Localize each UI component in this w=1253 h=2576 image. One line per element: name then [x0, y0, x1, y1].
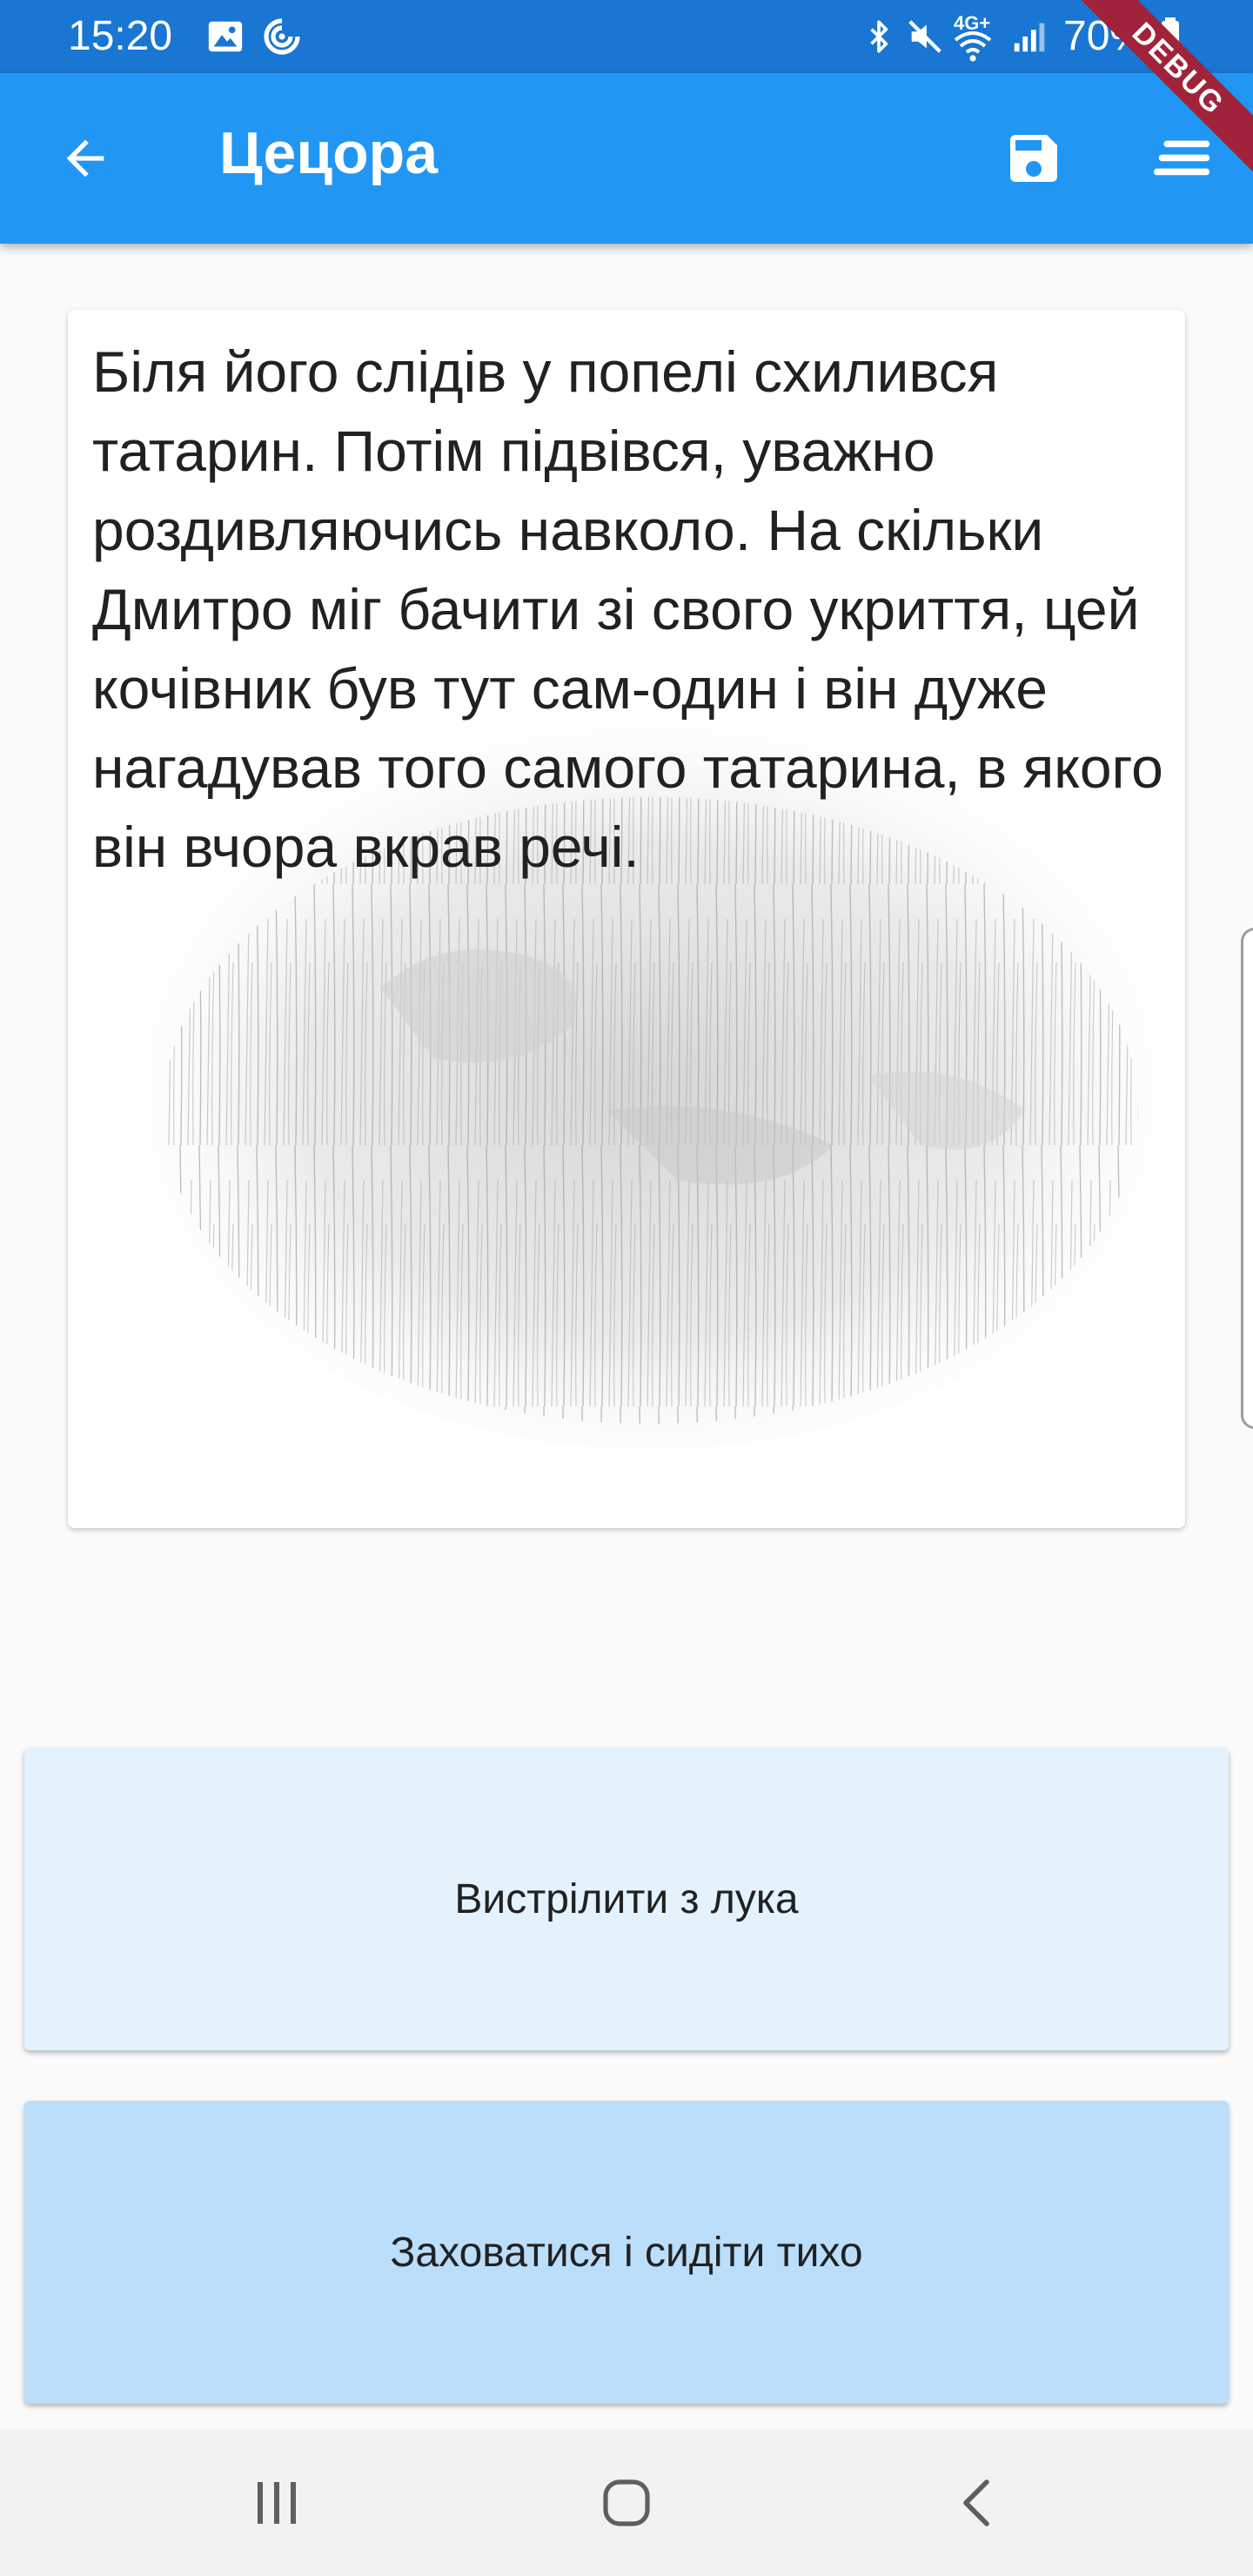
status-time: 15:20 — [68, 13, 173, 59]
choice-label: Заховатися і сидіти тихо — [390, 2229, 863, 2276]
scroll-handle[interactable] — [1241, 928, 1253, 1429]
recent-apps-icon — [258, 2482, 296, 2524]
battery-percent: 70% — [1063, 13, 1148, 59]
recent-apps-button[interactable] — [216, 2451, 338, 2555]
signal-icon — [1014, 23, 1045, 52]
bluetooth-icon — [870, 20, 888, 53]
back-icon — [963, 2479, 989, 2526]
system-nav-bar — [0, 2430, 1253, 2576]
app-bar: Цецора — [0, 73, 1253, 244]
status-bar: 15:20 4G+ 70% — [0, 0, 1253, 73]
home-button[interactable] — [566, 2451, 687, 2555]
choice-shoot-bow-button[interactable]: Вистрілити з лука — [24, 1748, 1229, 2050]
battery-icon — [1162, 17, 1179, 56]
image-icon — [208, 21, 243, 52]
save-button[interactable] — [982, 106, 1086, 211]
mute-icon — [908, 20, 941, 53]
app-screen: 15:20 4G+ 70% Цецора DEBUG Біля його слі… — [0, 0, 1253, 2576]
story-text: Біля його слідів у попелі схилився татар… — [92, 339, 1163, 879]
choice-hide-button[interactable]: Заховатися і сидіти тихо — [24, 2101, 1229, 2404]
menu-button[interactable] — [1129, 106, 1234, 211]
back-arrow-icon — [66, 139, 104, 178]
save-icon — [1010, 135, 1057, 182]
sync-icon — [264, 18, 300, 55]
back-button[interactable] — [33, 106, 137, 211]
system-back-button[interactable] — [915, 2451, 1037, 2555]
choice-label: Вистрілити з лука — [454, 1875, 799, 1922]
story-card: Біля його слідів у попелі схилився татар… — [68, 310, 1185, 1528]
home-icon — [603, 2479, 650, 2526]
page-title: Цецора — [219, 120, 439, 186]
menu-icon — [1153, 140, 1210, 176]
wifi-icon — [954, 31, 992, 62]
